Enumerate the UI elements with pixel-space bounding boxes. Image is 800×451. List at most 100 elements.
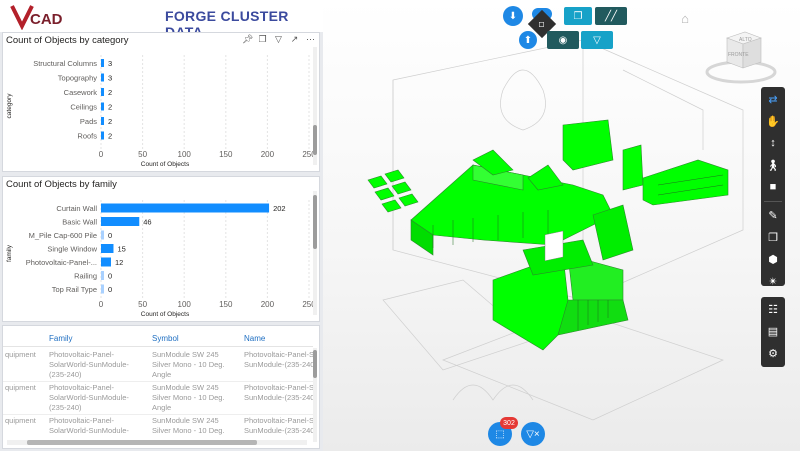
fit-icon[interactable]: ↕ xyxy=(761,133,785,153)
filter-icon[interactable]: ▽ xyxy=(581,31,613,49)
x-axis-label: Count of Objects xyxy=(141,311,190,318)
pan-icon[interactable]: ✋ xyxy=(761,111,785,131)
y-tick-label: Curtain Wall xyxy=(56,204,97,213)
first-person-icon[interactable]: 🚶︎ xyxy=(761,155,785,175)
data-label: 3 xyxy=(108,74,112,83)
bar[interactable] xyxy=(101,244,114,253)
chart-scrollbar[interactable] xyxy=(313,47,317,165)
model-browser-icon[interactable]: ⬢ xyxy=(761,249,785,269)
bar[interactable] xyxy=(101,131,104,140)
home-icon[interactable]: ⌂ xyxy=(677,10,693,26)
category-bar-chart: 0 50 100 150 200 250Count of ObjectscategoryS… xyxy=(6,55,316,168)
camera-icon[interactable]: ■ xyxy=(761,177,785,197)
hatch-icon[interactable]: ╱╱ xyxy=(595,7,627,25)
select-icon[interactable]: ❐ xyxy=(564,7,592,25)
model-viewer[interactable]: ⬇ ⬆ ↔ ◇ ❐ ╱╱ ◉ ▽ ⌂ ALTO FRONTE ⬚ ▽× xyxy=(323,0,800,451)
data-label: 202 xyxy=(273,204,286,213)
y-axis-label: family xyxy=(6,244,13,262)
y-tick-label: Top Rail Type xyxy=(52,285,97,294)
settings-icon[interactable]: ⚙ xyxy=(761,343,785,363)
bar[interactable] xyxy=(101,73,104,82)
objects-table: Family Symbol Name quipment Photovoltaic-… xyxy=(3,326,319,448)
x-tick-label: 0 xyxy=(99,300,104,309)
svg-text:CAD: CAD xyxy=(30,11,63,28)
column-header-symbol[interactable]: Symbol xyxy=(152,334,179,343)
table-cell-name: Photovoltaic-Panel-S SunModule-(235-240 xyxy=(244,416,315,435)
viewcube-top-label: ALTO xyxy=(739,37,752,43)
table-cell-cat: quipment xyxy=(5,416,36,425)
x-tick-label: 100 xyxy=(178,150,192,159)
x-tick-label: 200 xyxy=(261,300,275,309)
category-chart-panel[interactable]: Count of Objects by category 📌︎ ❐ ▽ ↗ ⋯ … xyxy=(2,32,320,172)
y-axis-label: category xyxy=(6,93,13,119)
x-tick-label: 50 xyxy=(138,300,147,309)
row-divider xyxy=(3,381,313,382)
properties-icon[interactable]: ▤ xyxy=(761,321,785,341)
bar[interactable] xyxy=(101,102,104,111)
table-cell-cat: quipment xyxy=(5,350,36,359)
scroll-thumb[interactable] xyxy=(313,350,317,378)
column-header-name[interactable]: Name xyxy=(244,334,265,343)
data-label: 2 xyxy=(108,88,112,97)
scroll-thumb[interactable] xyxy=(313,195,317,249)
scroll-thumb[interactable] xyxy=(313,125,317,155)
table-hscrollbar[interactable] xyxy=(7,440,307,445)
x-tick-label: 0 xyxy=(99,150,104,159)
column-header-family[interactable]: Family xyxy=(49,334,73,343)
y-tick-label: Photovoltaic-Panel-... xyxy=(26,258,97,267)
orbit-icon[interactable]: ⇄ xyxy=(761,89,785,109)
bar[interactable] xyxy=(101,230,104,240)
x-tick-label: 100 xyxy=(178,300,192,309)
section-icon[interactable]: ❐ xyxy=(761,227,785,247)
viewcube-front-label: FRONTE xyxy=(728,52,749,58)
table-scrollbar[interactable] xyxy=(313,348,317,442)
x-tick-label: 150 xyxy=(219,300,233,309)
x-tick-label: 200 xyxy=(261,150,275,159)
report-header: CAD FORGE CLUSTER DATA xyxy=(0,0,323,40)
row-divider xyxy=(3,414,313,415)
table-cell-symbol: SunModule SW 245 Silver Mono - 10 Deg. Ang… xyxy=(152,350,225,379)
table-cell-family: Photovoltaic-Panel- SolarWorld-SunModule-… xyxy=(49,383,129,412)
chart-scrollbar[interactable] xyxy=(313,191,317,315)
viewcube[interactable]: ALTO FRONTE xyxy=(701,24,781,86)
report-pane: CAD FORGE CLUSTER DATA Count of Objects … xyxy=(0,0,323,451)
selection-count-badge: 302 xyxy=(500,417,518,429)
y-tick-label: Structural Columns xyxy=(33,59,97,68)
table-cell-cat: quipment xyxy=(5,383,36,392)
bar[interactable] xyxy=(101,257,111,267)
download-icon[interactable]: ⬇ xyxy=(503,6,523,26)
vcad-logo: CAD xyxy=(10,5,63,30)
hscroll-thumb[interactable] xyxy=(27,440,257,445)
objects-table-panel[interactable]: Family Symbol Name quipment Photovoltaic-… xyxy=(2,325,320,449)
bar[interactable] xyxy=(101,217,140,226)
viewer-toolbar: ⇄ ✋ ↕ 🚶︎ ■ ✎ ❐ ⬢ ✴ xyxy=(761,87,785,288)
bar[interactable] xyxy=(101,117,104,125)
clear-filter-icon[interactable]: ▽× xyxy=(521,422,545,446)
upload-icon[interactable]: ⬆ xyxy=(519,31,537,49)
family-chart-panel[interactable]: Count of Objects by family 0 50 100 150 200 2… xyxy=(2,176,320,322)
measure-icon[interactable]: ✎ xyxy=(761,205,785,225)
table-cell-name: Photovoltaic-Panel-S SunModule-(235-240 xyxy=(244,350,315,369)
family-bar-chart: 0 50 100 150 200 250Count of ObjectsfamilyCur… xyxy=(6,200,316,318)
toolbar-divider xyxy=(764,201,782,202)
y-tick-label: Topography xyxy=(58,74,97,83)
explode-icon[interactable]: ✴ xyxy=(761,271,785,291)
bar[interactable] xyxy=(101,59,104,67)
y-tick-label: Roofs xyxy=(77,132,97,141)
table-cell-family: Photovoltaic-Panel- SolarWorld-SunModule- xyxy=(49,416,129,435)
data-label: 12 xyxy=(115,258,123,267)
structure-icon[interactable]: ☷ xyxy=(761,299,785,319)
viewer-toolbar-secondary: ☷ ▤ ⚙ xyxy=(761,297,785,367)
bar[interactable] xyxy=(101,284,104,294)
target-icon[interactable]: ◉ xyxy=(547,31,579,49)
bar[interactable] xyxy=(101,203,270,213)
table-cell-family: Photovoltaic-Panel- SolarWorld-SunModule-… xyxy=(49,350,129,379)
bar[interactable] xyxy=(101,88,104,96)
y-tick-label: Basic Wall xyxy=(62,218,97,227)
bar[interactable] xyxy=(101,271,104,280)
x-axis-label: Count of Objects xyxy=(141,161,190,168)
data-label: 46 xyxy=(143,218,151,227)
data-label: 2 xyxy=(108,132,112,141)
header-divider xyxy=(3,346,313,347)
table-cell-symbol: SunModule SW 245 Silver Mono - 10 Deg. Ang… xyxy=(152,383,225,412)
